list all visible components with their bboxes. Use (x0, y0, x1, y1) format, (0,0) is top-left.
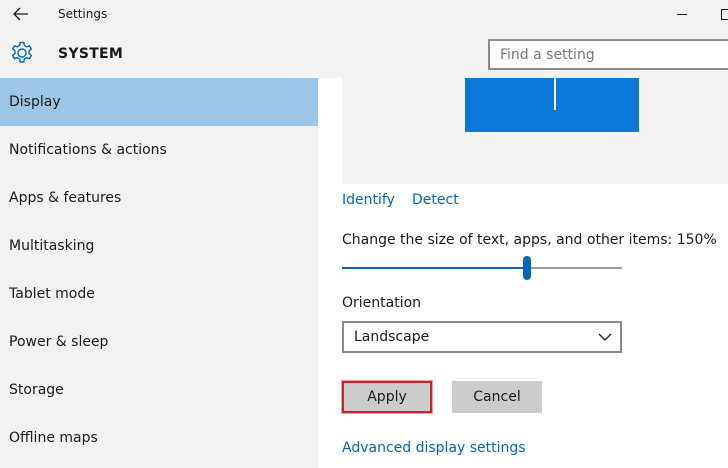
sidebar-item-notifications[interactable]: Notifications & actions (0, 126, 318, 174)
sidebar-item-display[interactable]: Display (0, 78, 318, 126)
sidebar-item-offline-maps[interactable]: Offline maps (0, 414, 318, 462)
sidebar-item-multitasking[interactable]: Multitasking (0, 222, 318, 270)
sidebar-item-apps[interactable]: Apps & features (0, 174, 318, 222)
back-button[interactable] (8, 3, 34, 25)
sidebar: Display Notifications & actions Apps & f… (0, 78, 318, 468)
orientation-value: Landscape (354, 329, 430, 345)
search-input[interactable] (488, 39, 728, 70)
advanced-display-settings-link[interactable]: Advanced display settings (342, 440, 526, 456)
title-bar: Settings (0, 0, 728, 30)
page-title: SYSTEM (58, 46, 124, 62)
sidebar-item-storage[interactable]: Storage (0, 366, 318, 414)
maximize-button[interactable] (716, 6, 728, 22)
settings-header: SYSTEM (0, 30, 728, 78)
back-arrow-icon (13, 7, 28, 21)
identify-link[interactable]: Identify (342, 192, 395, 208)
gear-icon (11, 41, 33, 63)
chevron-down-icon (598, 333, 612, 341)
orientation-dropdown[interactable]: Landscape (342, 321, 622, 353)
display-preview (342, 78, 728, 184)
monitor-tile[interactable] (465, 78, 639, 132)
window-title: Settings (58, 7, 108, 21)
scale-slider[interactable] (342, 256, 622, 280)
detect-link[interactable]: Detect (412, 192, 459, 208)
minimize-button[interactable] (672, 6, 692, 22)
sidebar-item-power-sleep[interactable]: Power & sleep (0, 318, 318, 366)
cancel-button[interactable]: Cancel (452, 381, 542, 413)
display-settings-panel: Identify Detect Change the size of text,… (318, 78, 728, 468)
slider-thumb[interactable] (523, 256, 531, 280)
orientation-label: Orientation (342, 295, 422, 311)
apply-button[interactable]: Apply (342, 381, 432, 413)
sidebar-item-tablet-mode[interactable]: Tablet mode (0, 270, 318, 318)
scale-label: Change the size of text, apps, and other… (342, 232, 717, 248)
slider-fill (342, 267, 527, 269)
